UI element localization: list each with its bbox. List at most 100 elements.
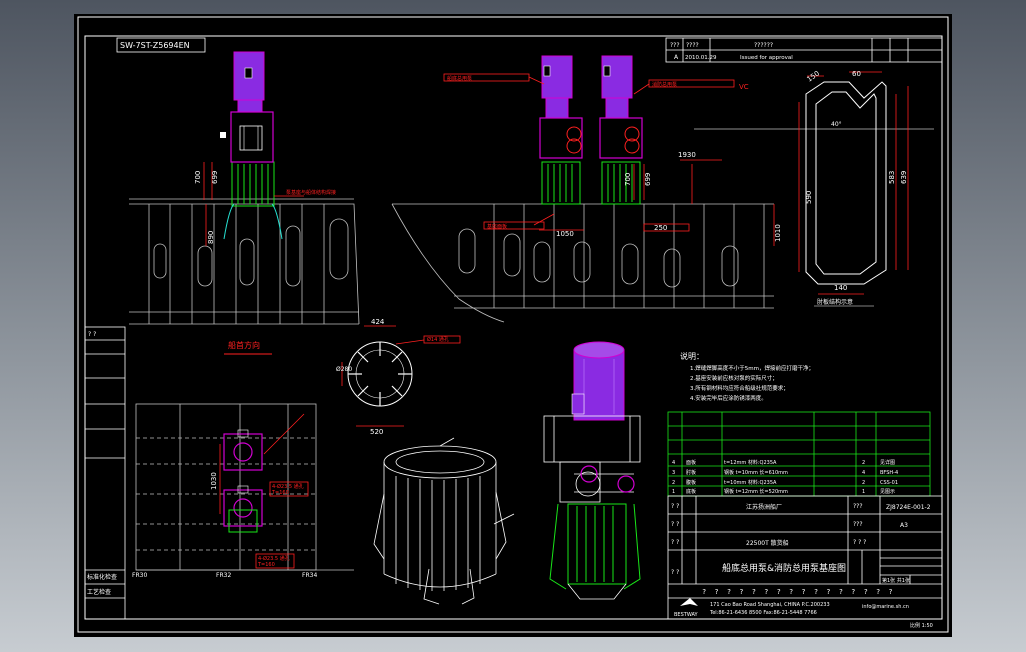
note-2: 2.基座安装前应核对泵的实际尺寸； — [690, 374, 778, 382]
dim-left-h: 890 — [207, 231, 215, 244]
svg-text:见图示: 见图示 — [880, 489, 895, 495]
svg-text:? ? ? ? ? ? ? ? ? ? ? ? ? ? ?: ? ? ? ? ? ? ? ? ? ? ? ? ? ? ? ? — [702, 588, 895, 596]
circle-dim-top: 424 — [371, 318, 385, 326]
svg-text:???: ??? — [670, 42, 680, 49]
dim-left-b: 699 — [211, 171, 219, 184]
callout-right-tag1: 船底总用泵 — [447, 75, 472, 82]
dim-right-c: 1930 — [678, 151, 696, 159]
svg-text:t=12mm 材料:Q235A: t=12mm 材料:Q235A — [724, 459, 777, 466]
title-block — [667, 495, 943, 620]
svg-text:2: 2 — [862, 480, 865, 486]
notes-block: 说明： 1.焊缝焊脚高度不小于5mm，焊接前应打磨干净； 2.基座安装前应核对泵… — [680, 351, 814, 402]
company-address: 171 Cao Bao Road Shanghai, CHINA P.C.200… — [710, 602, 830, 608]
side-label-2: 工艺检查 — [87, 588, 111, 596]
svg-text:钢板 t=10mm 长=610mm: 钢板 t=10mm 长=610mm — [724, 469, 788, 476]
svg-text:???: ??? — [853, 503, 863, 510]
svg-text:4: 4 — [672, 460, 675, 466]
svg-text:? ?: ? ? — [671, 503, 679, 510]
circle-dim-bottom: 520 — [370, 428, 383, 436]
svg-text:A: A — [674, 54, 679, 61]
inner-frame — [84, 35, 943, 620]
circle-dim-left: Ø280 — [336, 366, 352, 373]
detail-dim-left: 590 — [805, 191, 813, 204]
callout-right-tag2: 消防总用泵 — [652, 81, 677, 88]
detail-angle: 40° — [831, 121, 842, 128]
svg-text:????: ???? — [686, 42, 699, 49]
front-view-right: 船底总用泵 消防总用泵 基座面板 VC 700 699 1930 1050 25… — [391, 55, 934, 323]
svg-text:1: 1 — [672, 489, 675, 495]
revision-note: Issued for approval — [740, 55, 793, 61]
side-label-1: 标准化检查 — [87, 573, 117, 581]
svg-text:BFSH-4: BFSH-4 — [880, 470, 898, 476]
sheet-size: A3 — [900, 522, 908, 529]
detail-dim-top: 150 — [806, 69, 822, 83]
outer-frame — [77, 16, 949, 633]
svg-text:t=10mm 材料:Q235A: t=10mm 材料:Q235A — [724, 479, 777, 486]
frame-marker-2: FR32 — [216, 572, 231, 579]
svg-text:底板: 底板 — [686, 488, 696, 495]
base-isometric — [373, 437, 515, 605]
svg-text:? ?: ? ? — [88, 331, 96, 338]
svg-text:3: 3 — [672, 470, 675, 476]
callout-left-tag: 泵基座与船体结构焊接 — [286, 189, 336, 196]
detail-caption: 肘板结构示意 — [817, 298, 853, 306]
bracket-detail: 150 60 590 583 639 140 40° 肘板结构示意 — [798, 69, 909, 307]
frame-marker-3: FR34 — [302, 572, 317, 579]
svg-text:BESTWAY: BESTWAY — [674, 612, 699, 618]
front-view-left: 700 699 890 泵基座与船体结构焊接 船首方向 — [129, 51, 360, 355]
dim-right-e: 250 — [654, 224, 667, 232]
plan-tag2: 4-Ø23.5 通孔 — [258, 555, 290, 562]
scale-label: 比例 1:50 — [910, 622, 933, 629]
frame-marker-1: FR30 — [132, 572, 147, 579]
detail-dim-top2: 60 — [852, 70, 861, 78]
drawing-title: 船底总用泵&消防总用泵基座图 — [722, 562, 846, 574]
base-plan-circle: 424 520 Ø280 Ø14 通孔 — [336, 318, 461, 436]
svg-text:2: 2 — [672, 480, 675, 486]
svg-text:见详图: 见详图 — [880, 459, 895, 466]
svg-text:???: ??? — [853, 521, 863, 528]
dim-right-h: 1010 — [774, 224, 782, 242]
note-4: 4.安装完毕后应涂防锈漆两度。 — [690, 394, 767, 402]
svg-text:腹板: 腹板 — [686, 479, 696, 486]
svg-text:面板: 面板 — [686, 459, 696, 466]
ship-name: 22500T 散货船 — [746, 539, 789, 547]
company-email: info@marine.sh.cn — [862, 604, 909, 610]
svg-text:? ?: ? ? — [671, 569, 679, 576]
bow-direction-label: 船首方向 — [228, 340, 260, 350]
dim-left-a: 700 — [194, 171, 202, 184]
svg-text:? ? ?: ? ? ? — [853, 539, 866, 546]
bom-rows: 4 面板 t=12mm 材料:Q235A 2 见详图 3 肘板 钢板 t=10m… — [672, 459, 898, 495]
svg-text:4: 4 — [862, 470, 865, 476]
plan-view: 1030 4-Ø23.5 通孔 T=160 4-Ø23.5 通孔 T=160 F… — [132, 403, 354, 579]
plan-tag1b: T=160 — [271, 490, 289, 496]
dim-right-b: 699 — [644, 173, 652, 186]
dim-right-d: 1050 — [556, 230, 574, 238]
circle-tag: Ø14 通孔 — [427, 336, 449, 343]
plan-tag1: 4-Ø23.5 通孔 — [272, 483, 304, 490]
callout-ve: VC — [739, 83, 749, 91]
note-3: 3.所有钢材料均应符合船级社规范要求； — [690, 384, 789, 392]
pump-isometric — [543, 341, 641, 600]
yard-name: 江苏扬洲船厂 — [746, 503, 782, 511]
svg-text:? ?: ? ? — [671, 539, 679, 546]
company-phone: Tel:86-21-6436 8500 Fax:86-21-5448 7766 — [709, 610, 817, 616]
detail-dim-right2: 639 — [900, 171, 908, 184]
svg-text:CSS-01: CSS-01 — [880, 480, 898, 486]
svg-text:钢板 t=12mm 长=520mm: 钢板 t=12mm 长=520mm — [724, 488, 788, 495]
note-1: 1.焊缝焊脚高度不小于5mm，焊接前应打磨干净； — [690, 364, 814, 372]
sheet-info: 第1张 共1张 — [882, 577, 910, 584]
company-logo: BESTWAY — [674, 598, 699, 618]
revision-date: 2010.01.29 — [685, 55, 717, 61]
plan-tag2b: T=160 — [257, 562, 275, 568]
detail-dim-right: 583 — [888, 171, 896, 184]
svg-text:1: 1 — [862, 489, 865, 495]
notes-title: 说明： — [680, 351, 704, 361]
cad-drawing-viewport[interactable]: SW-7ST-Z5694EN ??? ???? ?????? A 2010.01… — [74, 14, 952, 637]
plan-dim-h: 1030 — [210, 472, 218, 490]
svg-text:??????: ?????? — [754, 42, 773, 49]
frame-code: SW-7ST-Z5694EN — [120, 41, 190, 50]
svg-text:肘板: 肘板 — [686, 469, 696, 476]
svg-text:? ?: ? ? — [671, 521, 679, 528]
callout-right-tag3: 基座面板 — [487, 223, 507, 230]
svg-text:2: 2 — [862, 460, 865, 466]
